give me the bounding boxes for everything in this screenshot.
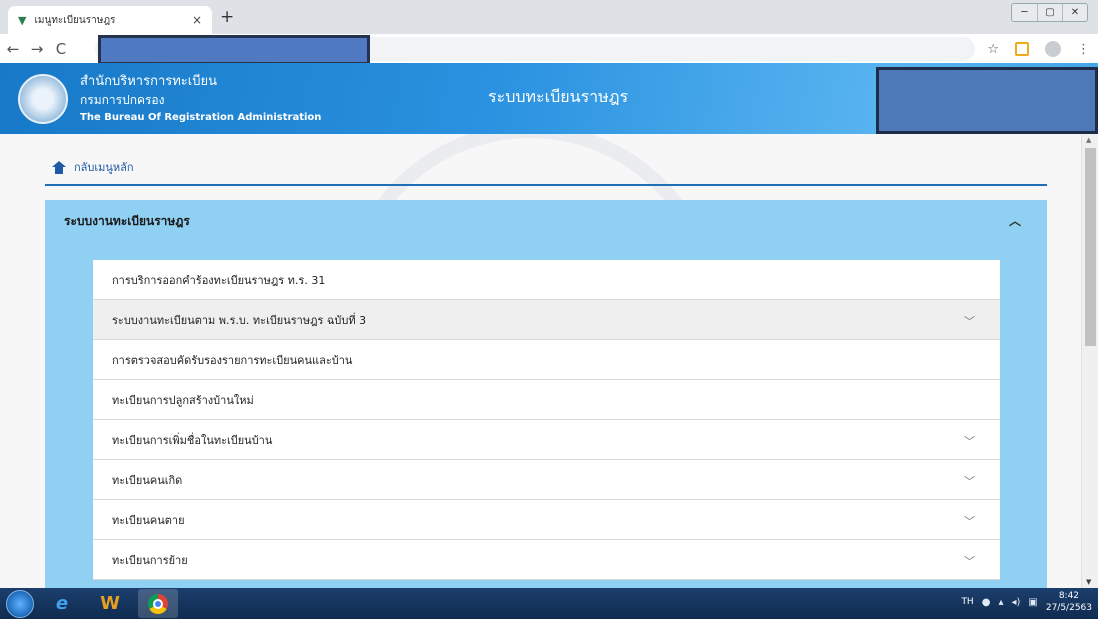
menu-item[interactable]: ทะเบียนการปลูกสร้างบ้านใหม่ (93, 380, 1000, 420)
back-to-main-menu-link[interactable]: กลับเมนูหลัก (52, 158, 134, 176)
new-tab-button[interactable]: + (220, 9, 234, 26)
browser-toolbar: ← → C ☆ ⋮ (0, 34, 1098, 65)
menu-item[interactable]: ระบบงานทะเบียนตาม พ.ร.บ. ทะเบียนราษฎร ฉบ… (93, 300, 1000, 340)
scrollbar-thumb[interactable] (1085, 148, 1096, 346)
registration-panel: ระบบงานทะเบียนราษฎร ︿ การบริการออกคำร้อง… (45, 200, 1047, 588)
org-name-thai-1: สำนักบริหารการทะเบียน (80, 74, 217, 89)
url-redaction (98, 35, 370, 65)
site-header: สำนักบริหารการทะเบียน กรมการปกครอง The B… (0, 63, 1098, 134)
tab-close-icon[interactable]: × (192, 13, 202, 27)
back-arrow-icon[interactable]: ← (2, 40, 24, 58)
menu-item-label: ทะเบียนคนตาย (112, 513, 185, 527)
panel-header[interactable]: ระบบงานทะเบียนราษฎร ︿ (45, 200, 1047, 242)
minimize-button[interactable]: ─ (1012, 4, 1037, 21)
browser-menu-icon[interactable]: ⋮ (1077, 42, 1090, 57)
clock[interactable]: 8:42 27/5/2563 (1046, 590, 1092, 614)
org-name-thai-2: กรมการปกครอง (80, 93, 165, 107)
menu-item[interactable]: ทะเบียนคนตาย ﹀ (93, 500, 1000, 540)
chevron-up-icon[interactable]: ︿ (1009, 212, 1021, 229)
maximize-button[interactable]: ▢ (1037, 4, 1062, 21)
speaker-icon[interactable]: ◂) (1011, 597, 1020, 608)
help-icon[interactable]: ● (982, 597, 991, 608)
chevron-down-icon[interactable]: ﹀ (964, 553, 975, 569)
toolbar-actions: ☆ ⋮ (987, 41, 1090, 57)
section-divider (45, 184, 1047, 186)
system-tray: TH ● ▴ ◂) ▣ 8:42 27/5/2563 (961, 590, 1092, 614)
department-seal-logo (18, 74, 68, 124)
start-button[interactable] (6, 589, 34, 618)
menu-item[interactable]: ทะเบียนคนเกิด ﹀ (93, 460, 1000, 500)
windows-taskbar: e W TH ● ▴ ◂) ▣ 8:42 27/5/2563 (0, 588, 1098, 619)
clock-date: 27/5/2563 (1045, 603, 1092, 613)
window-controls: ─ ▢ ✕ (1011, 3, 1088, 22)
site-favicon-icon: ▼ (18, 13, 27, 27)
browser-tab[interactable]: ▼ เมนูทะเบียนราษฎร × (8, 6, 212, 34)
scroll-down-icon[interactable]: ▼ (1086, 578, 1091, 586)
menu-item-label: ทะเบียนการเพิ่มชื่อในทะเบียนบ้าน (112, 433, 273, 447)
org-name-english: The Bureau Of Registration Administratio… (80, 112, 322, 123)
menu-item-label: ระบบงานทะเบียนตาม พ.ร.บ. ทะเบียนราษฎร ฉบ… (112, 313, 367, 327)
menu-item-label: ทะเบียนการย้าย (112, 553, 188, 567)
chevron-down-icon[interactable]: ﹀ (964, 513, 975, 529)
menu-item-label: ทะเบียนคนเกิด (112, 473, 183, 487)
chevron-down-icon[interactable]: ﹀ (964, 473, 975, 489)
menu-item-label: ทะเบียนการปลูกสร้างบ้านใหม่ (112, 393, 254, 407)
home-icon (52, 160, 66, 174)
user-info-redaction (876, 67, 1098, 134)
menu-item[interactable]: การบริการออกคำร้องทะเบียนราษฎร ท.ร. 31 (93, 260, 1000, 300)
back-link-label: กลับเมนูหลัก (74, 161, 134, 174)
chrome-taskbar-button[interactable] (138, 589, 178, 618)
menu-item-label: การตรวจสอบคัดรับรองรายการทะเบียนคนและบ้า… (112, 353, 353, 367)
menu-item[interactable]: ทะเบียนการเพิ่มชื่อในทะเบียนบ้าน ﹀ (93, 420, 1000, 460)
menu-list: การบริการออกคำร้องทะเบียนราษฎร ท.ร. 31 ร… (93, 260, 1000, 580)
forward-arrow-icon[interactable]: → (26, 40, 48, 58)
extension-icon[interactable] (1015, 42, 1029, 56)
organization-name: สำนักบริหารการทะเบียน กรมการปกครอง The B… (80, 73, 321, 127)
bookmark-star-icon[interactable]: ☆ (987, 42, 999, 57)
vertical-scrollbar[interactable]: ▲ ▼ (1081, 134, 1098, 588)
clock-time: 8:42 (1058, 591, 1080, 601)
page-content: กลับเมนูหลัก ระบบงานทะเบียนราษฎร ︿ การบร… (0, 134, 1098, 588)
tab-title: เมนูทะเบียนราษฎร (34, 14, 116, 26)
browser-tab-strip: ▼ เมนูทะเบียนราษฎร × + ─ ▢ ✕ (0, 0, 1098, 34)
internet-explorer-icon[interactable]: e (42, 589, 82, 618)
app-title: ระบบทะเบียนราษฎร (488, 87, 629, 106)
panel-title: ระบบงานทะเบียนราษฎร (64, 213, 190, 228)
action-center-icon[interactable]: ▣ (1028, 597, 1037, 608)
menu-item-label: การบริการออกคำร้องทะเบียนราษฎร ท.ร. 31 (112, 273, 326, 287)
language-indicator[interactable]: TH (961, 597, 973, 607)
profile-avatar[interactable] (1045, 41, 1061, 57)
reload-icon[interactable]: C (50, 40, 72, 58)
menu-item[interactable]: ทะเบียนการย้าย ﹀ (93, 540, 1000, 580)
chevron-down-icon[interactable]: ﹀ (964, 433, 975, 449)
chevron-down-icon[interactable]: ﹀ (964, 313, 975, 329)
scroll-up-icon[interactable]: ▲ (1086, 136, 1091, 144)
menu-item[interactable]: การตรวจสอบคัดรับรองรายการทะเบียนคนและบ้า… (93, 340, 1000, 380)
app-launcher-icon[interactable]: W (90, 589, 130, 618)
network-icon[interactable]: ▴ (998, 597, 1003, 608)
close-window-button[interactable]: ✕ (1062, 4, 1087, 21)
chrome-icon (148, 593, 168, 614)
